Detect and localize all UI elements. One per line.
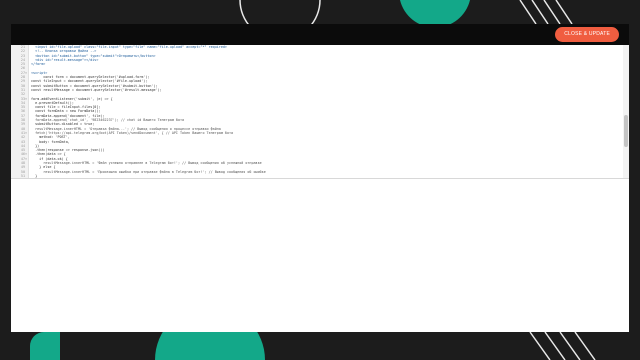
code-line[interactable]: 51 } [11, 174, 621, 178]
code-lines[interactable]: 21 <input id="file-upload" class="file-i… [11, 45, 621, 178]
scrollbar-thumb[interactable] [624, 115, 628, 147]
code-text[interactable]: } [31, 174, 37, 178]
editor-scrollbar[interactable] [623, 45, 629, 178]
blank-content-area [11, 179, 629, 332]
code-editor[interactable]: 21 <input id="file-upload" class="file-i… [11, 45, 629, 179]
editor-toolbar: CLOSE & UPDATE [11, 24, 629, 45]
line-number: 51 [20, 173, 25, 178]
close-update-button[interactable]: CLOSE & UPDATE [555, 27, 619, 42]
